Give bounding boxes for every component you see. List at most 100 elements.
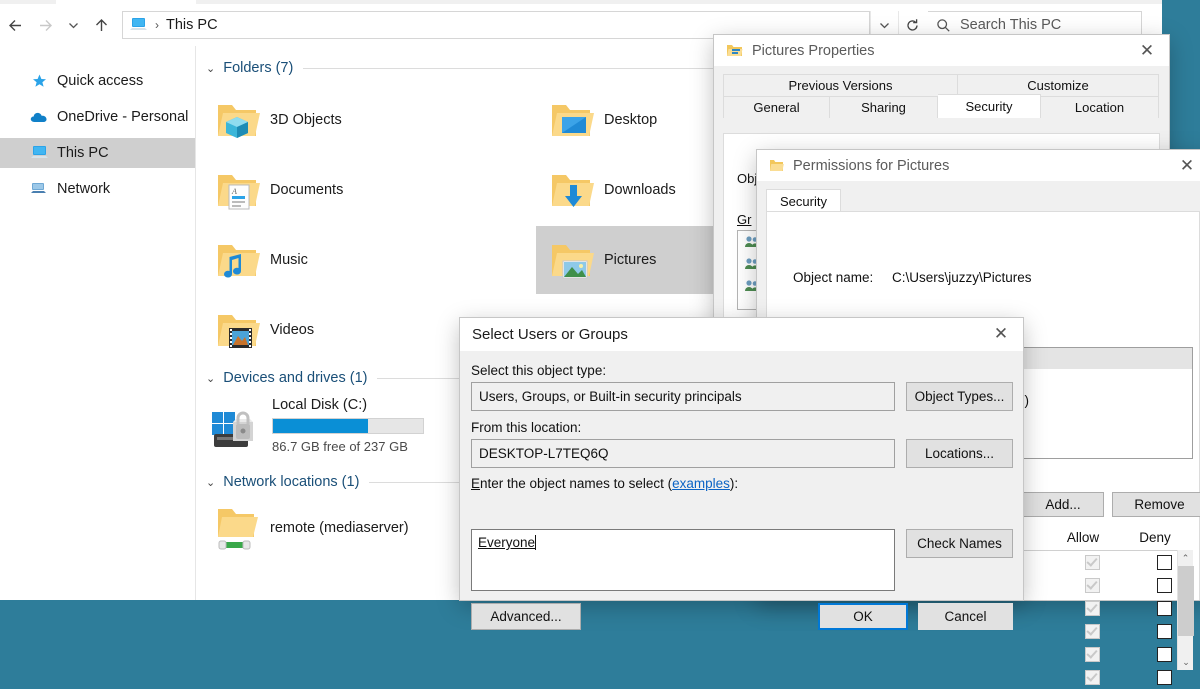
folder-properties-icon [726,43,743,58]
tab-general[interactable]: General [723,96,830,118]
check-names-button-label: Check Names [917,536,1002,551]
close-icon[interactable]: ✕ [1125,35,1169,66]
back-button[interactable] [0,9,30,41]
list-item[interactable]: Music [202,226,414,294]
tab-location[interactable]: Location [1041,96,1159,118]
list-item[interactable]: Local Disk (C:) 86.7 GB free of 237 GB [202,390,437,464]
text-caret [535,535,536,550]
check-names-button[interactable]: Check Names [906,529,1013,558]
object-name-label: Object name: [793,270,873,285]
add-button[interactable]: Add... [1022,492,1104,517]
tab-customize[interactable]: Customize [958,74,1159,96]
chevron-up-icon[interactable]: ⌃ [1178,550,1193,566]
advanced-button[interactable]: Advanced... [471,603,581,630]
sidebar-item-this-pc[interactable]: This PC [0,138,195,168]
deny-checkbox[interactable] [1157,578,1172,593]
close-icon[interactable]: ✕ [979,318,1023,349]
list-item[interactable]: 3D Objects [202,86,414,154]
locations-button[interactable]: Locations... [906,439,1013,468]
list-item[interactable]: remote (mediaserver) [202,494,442,562]
object-names-label: Enter the object names to select (exampl… [471,476,738,491]
list-item[interactable]: Videos [202,296,414,364]
group-label: Network locations (1) [223,474,359,490]
dialog-title-bar: Permissions for Pictures ✕ [757,150,1200,181]
allow-checkbox[interactable] [1085,624,1100,639]
sidebar-item-label: This PC [57,145,109,161]
dialog-title-bar: Select Users or Groups ✕ [460,318,1023,351]
dialog-title: Select Users or Groups [472,326,628,343]
select-users-or-groups-dialog: Select Users or Groups ✕ Select this obj… [460,318,1023,600]
cancel-button[interactable]: Cancel [918,603,1013,630]
allow-checkbox[interactable] [1085,647,1100,662]
dialog-title: Pictures Properties [752,43,875,59]
object-name-value: C:\Users\juzzy\Pictures [892,270,1032,285]
search-placeholder: Search This PC [960,17,1061,33]
search-icon [936,18,951,33]
object-names-value: Everyone [478,535,535,550]
list-item-label: Videos [270,322,314,338]
this-pc-icon [28,144,50,162]
table-row [793,643,1193,666]
list-item-label: Downloads [604,182,676,198]
sidebar-item-network[interactable]: Network [0,174,195,204]
tab-security[interactable]: Security [938,94,1041,118]
folder-3d-objects-icon [210,93,264,147]
location-label: From this location: [471,420,581,435]
examples-link[interactable]: examples [672,476,730,491]
refresh-icon [905,18,920,33]
location-field[interactable]: DESKTOP-L7TEQ6Q [471,439,895,468]
deny-checkbox[interactable] [1157,624,1172,639]
chevron-down-icon [878,19,891,32]
permissions-scrollbar[interactable]: ⌃ ⌄ [1177,550,1193,670]
allow-checkbox[interactable] [1085,578,1100,593]
deny-checkbox[interactable] [1157,555,1172,570]
object-names-label-post: ): [730,476,738,491]
dialog-title-bar: Pictures Properties ✕ [714,35,1169,66]
breadcrumb-separator: › [155,18,159,32]
up-arrow-icon [93,17,110,34]
list-item-label: Pictures [604,252,656,268]
tab-sharing[interactable]: Sharing [830,96,938,118]
object-type-field[interactable]: Users, Groups, or Built-in security prin… [471,382,895,411]
locations-button-label: Locations... [925,446,994,461]
group-label: Devices and drives (1) [223,370,367,386]
drive-capacity-bar [272,418,424,434]
allow-checkbox[interactable] [1085,555,1100,570]
permissions-column-headers: Allow Deny [1047,530,1197,545]
deny-checkbox[interactable] [1157,670,1172,685]
folder-documents-icon: A [210,163,264,217]
breadcrumb-path: This PC [166,17,218,33]
up-button[interactable] [86,9,116,41]
sidebar-item-quick-access[interactable]: Quick access [0,66,195,96]
tab-label: Location [1075,100,1124,115]
tab-previous-versions[interactable]: Previous Versions [723,74,958,96]
sidebar-item-onedrive[interactable]: OneDrive - Personal [0,102,195,132]
object-names-label-accel: E [471,476,480,491]
dialog-title: Permissions for Pictures [793,158,949,174]
ok-button[interactable]: OK [818,603,908,630]
close-icon[interactable]: ✕ [1165,150,1200,181]
tab-security[interactable]: Security [766,189,841,213]
object-names-input[interactable]: Everyone [471,529,895,591]
recent-locations-button[interactable] [60,9,86,41]
allow-checkbox[interactable] [1085,670,1100,685]
this-pc-icon [129,17,148,33]
list-item-label: Music [270,252,308,268]
scrollbar-thumb[interactable] [1178,566,1194,636]
allow-checkbox[interactable] [1085,601,1100,616]
location-value: DESKTOP-L7TEQ6Q [479,446,609,461]
remove-button[interactable]: Remove [1112,492,1200,517]
drive-capacity-fill [273,419,368,433]
list-item-label: Documents [270,182,343,198]
select-users-body: Select this object type: Users, Groups, … [460,351,1023,600]
folder-videos-icon [210,303,264,357]
drive-free-space: 86.7 GB free of 237 GB [272,439,424,454]
deny-checkbox[interactable] [1157,647,1172,662]
object-types-button[interactable]: Object Types... [906,382,1013,411]
folder-pictures-icon [544,233,598,287]
tab-label: Security [780,194,827,209]
list-item[interactable]: A Documents [202,156,414,224]
forward-button[interactable] [30,9,60,41]
deny-checkbox[interactable] [1157,601,1172,616]
chevron-down-icon[interactable]: ⌄ [1178,654,1194,670]
